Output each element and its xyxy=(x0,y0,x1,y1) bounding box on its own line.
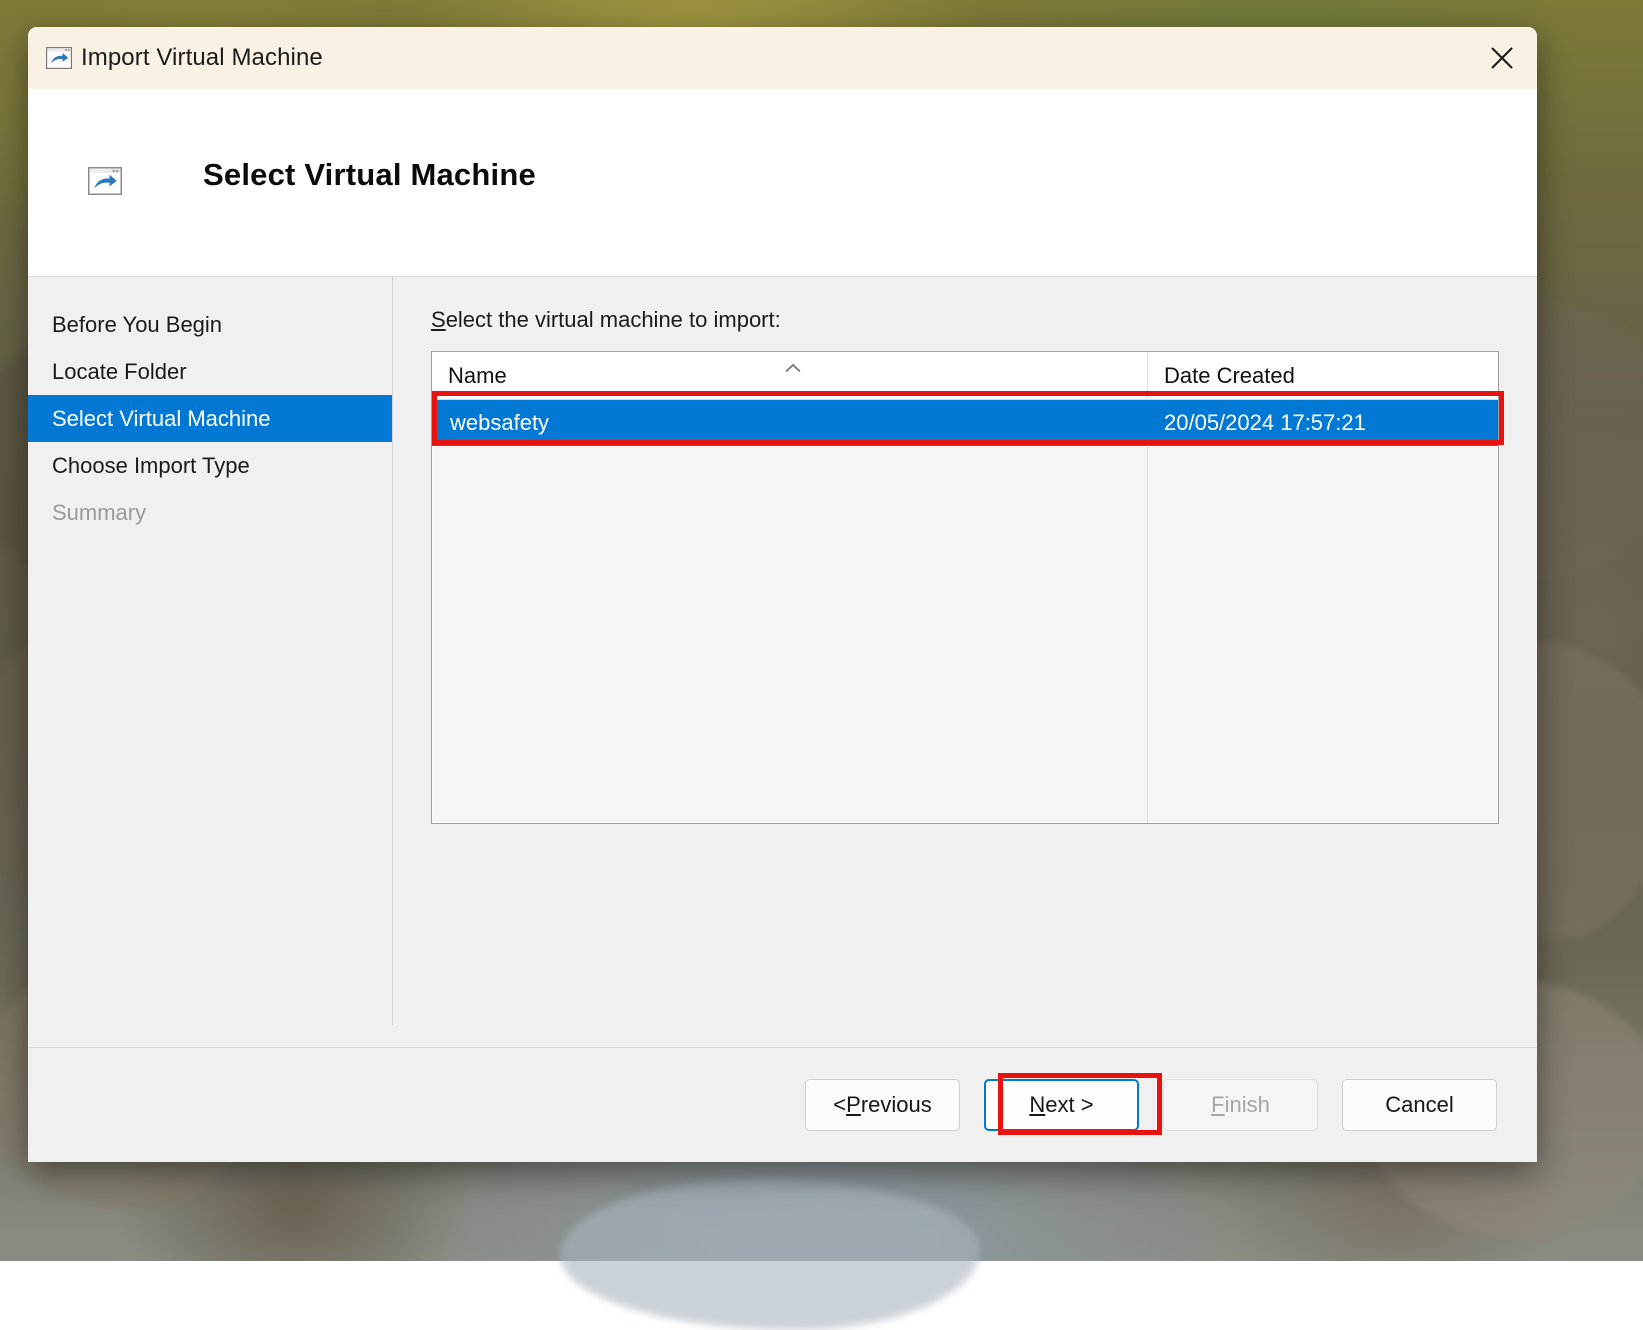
column-header-name-label: Name xyxy=(448,363,507,389)
prompt-text: elect the virtual machine to import: xyxy=(446,307,781,332)
select-vm-prompt: Select the virtual machine to import: xyxy=(431,307,1499,333)
sort-ascending-icon xyxy=(782,354,804,366)
sidebar-item-summary: Summary xyxy=(28,489,393,536)
listview-column-guides xyxy=(432,446,1498,823)
import-virtual-machine-dialog: Import Virtual Machine Select Virtual Ma… xyxy=(28,27,1537,1162)
row-cell-date-created: 20/05/2024 17:57:21 xyxy=(1148,410,1498,436)
column-header-date-created-label: Date Created xyxy=(1164,363,1295,389)
sidebar-item-label: Before You Begin xyxy=(52,312,222,337)
finish-button: Finish xyxy=(1163,1079,1318,1131)
sidebar-item-label: Choose Import Type xyxy=(52,453,250,478)
listview-rows: websafety 20/05/2024 17:57:21 xyxy=(432,400,1498,446)
dialog-footer: < Previous Next > Finish Cancel xyxy=(28,1047,1537,1162)
previous-button-label: revious xyxy=(861,1092,932,1118)
window-title: Import Virtual Machine xyxy=(81,44,323,72)
next-button-accelerator: N xyxy=(1029,1092,1045,1118)
sidebar-item-label: Select Virtual Machine xyxy=(52,406,271,431)
listview-header: Name Date Created xyxy=(432,352,1498,400)
previous-button[interactable]: < Previous xyxy=(805,1079,960,1131)
sidebar-item-choose-import-type[interactable]: Choose Import Type xyxy=(28,442,393,489)
column-header-name[interactable]: Name xyxy=(432,352,1148,399)
sidebar-item-label: Summary xyxy=(52,500,146,525)
page-header: Select Virtual Machine xyxy=(28,89,1537,277)
dialog-body: Before You Begin Locate Folder Select Vi… xyxy=(28,277,1537,1047)
content-pane: Select the virtual machine to import: Na… xyxy=(393,277,1537,1047)
finish-button-accelerator: F xyxy=(1211,1092,1224,1118)
title-bar: Import Virtual Machine xyxy=(28,27,1537,89)
next-button[interactable]: Next > xyxy=(984,1079,1139,1131)
wizard-step-list: Before You Begin Locate Folder Select Vi… xyxy=(28,277,393,1047)
virtual-machine-listview[interactable]: Name Date Created xyxy=(431,351,1499,824)
import-vm-icon xyxy=(88,167,122,195)
sidebar-item-select-virtual-machine[interactable]: Select Virtual Machine xyxy=(28,395,393,442)
next-button-label: ext > xyxy=(1045,1092,1093,1118)
row-cell-name: websafety xyxy=(432,410,1148,436)
import-vm-icon xyxy=(46,47,72,69)
prompt-accelerator: S xyxy=(431,307,446,332)
previous-button-prefix: < xyxy=(833,1092,846,1118)
sidebar-item-label: Locate Folder xyxy=(52,359,187,384)
previous-button-accelerator: P xyxy=(846,1092,861,1118)
close-icon[interactable] xyxy=(1467,27,1537,89)
table-row[interactable]: websafety 20/05/2024 17:57:21 xyxy=(432,400,1498,446)
sidebar-item-locate-folder[interactable]: Locate Folder xyxy=(28,348,393,395)
page-title: Select Virtual Machine xyxy=(203,157,536,193)
column-header-date-created[interactable]: Date Created xyxy=(1148,352,1498,399)
cancel-button-label: Cancel xyxy=(1385,1092,1453,1118)
finish-button-label: inish xyxy=(1225,1092,1270,1118)
cancel-button[interactable]: Cancel xyxy=(1342,1079,1497,1131)
sidebar-item-before-you-begin[interactable]: Before You Begin xyxy=(28,301,393,348)
